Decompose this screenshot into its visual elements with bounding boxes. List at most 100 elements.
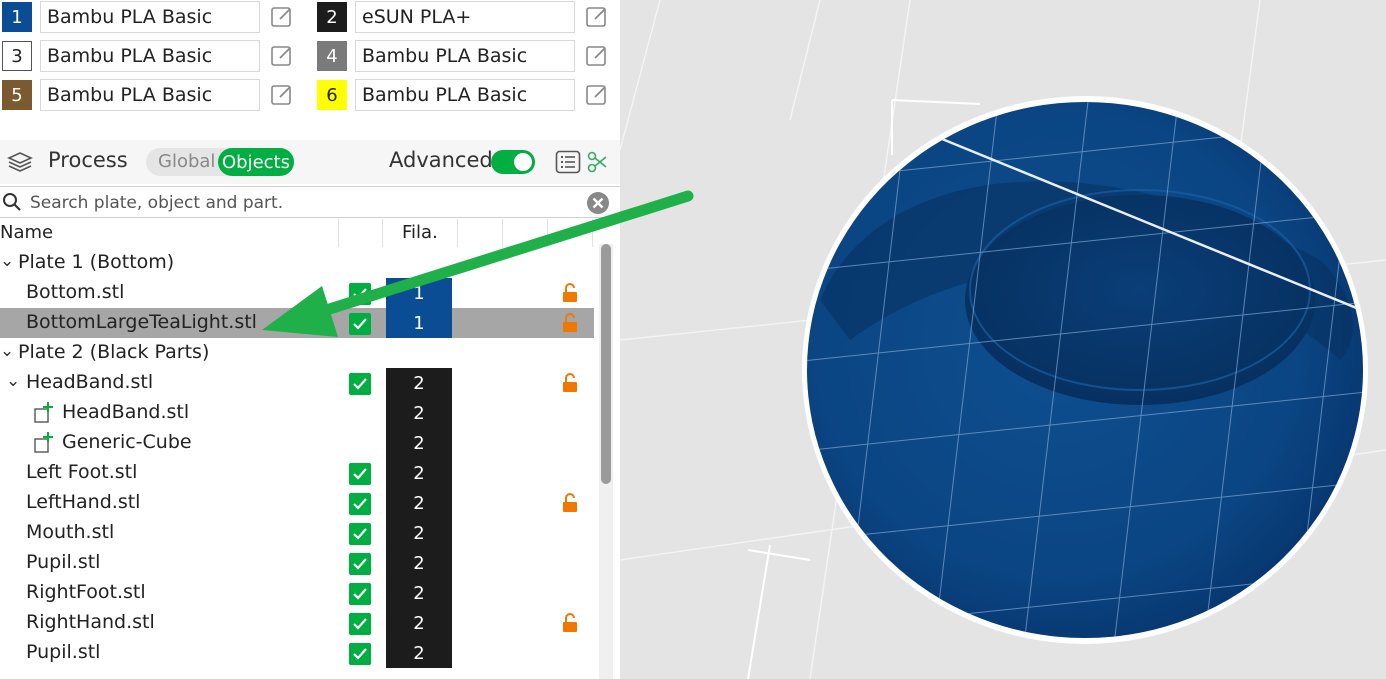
object-label: Mouth.stl [26,521,115,543]
visibility-checkbox[interactable] [349,643,371,665]
unlocked-padlock-icon[interactable] [561,283,579,303]
filament-cell[interactable]: 2 [386,518,452,548]
filament-cell[interactable]: 2 [386,398,452,428]
visibility-checkbox[interactable] [349,583,371,605]
filament-row-5-6: 5 Bambu PLA Basic 6 Bambu PLA Basic [0,78,620,112]
column-separator [338,219,339,247]
filament-cell[interactable]: 2 [386,638,452,668]
checkmark-icon [353,558,367,570]
visibility-checkbox[interactable] [349,613,371,635]
chevron-down-icon[interactable]: ⌄ [0,341,14,361]
filament-cell[interactable]: 2 [386,428,452,458]
filament-swatch-3[interactable]: 3 [2,41,32,71]
column-separator [502,219,503,247]
checkmark-icon [353,378,367,390]
toggle-objects[interactable]: Objects [218,148,294,176]
filament-cell[interactable]: 2 [386,458,452,488]
object-row[interactable]: Pupil.stl 2 [0,548,594,578]
column-fila[interactable]: Fila. [402,222,438,243]
visibility-checkbox[interactable] [349,283,371,305]
plate-row[interactable]: ⌄ Plate 1 (Bottom) [0,248,594,278]
object-row[interactable]: BottomLargeTeaLight.stl 1 [0,308,594,338]
part-row[interactable]: HeadBand.stl 2 [0,398,594,428]
edit-pencil-icon[interactable] [585,5,609,29]
build-plate-scene [620,0,1386,679]
layers-icon [7,152,33,172]
object-label: RightHand.stl [26,611,155,633]
unlocked-padlock-icon[interactable] [561,313,579,333]
unlocked-padlock-icon[interactable] [561,493,579,513]
scissors-settings-icon[interactable] [586,150,608,174]
part-add-icon [34,402,53,423]
filament-swatch-2[interactable]: 2 [317,2,347,32]
object-row[interactable]: Pupil.stl 2 [0,638,594,668]
visibility-checkbox[interactable] [349,523,371,545]
object-label: BottomLargeTeaLight.stl [26,311,257,333]
object-row[interactable]: RightHand.stl 2 [0,608,594,638]
checkmark-icon [353,468,367,480]
chevron-down-icon[interactable]: ⌄ [6,371,20,391]
filament-cell[interactable]: 2 [386,578,452,608]
filament-name-2[interactable]: eSUN PLA+ [355,1,575,33]
filament-swatch-1[interactable]: 1 [2,2,32,32]
plate-label: Plate 1 (Bottom) [18,251,175,273]
object-row[interactable]: ⌄ HeadBand.stl 2 [0,368,594,398]
filament-cell[interactable]: 1 [386,278,452,308]
3d-viewport[interactable] [620,0,1386,679]
list-icon[interactable] [555,150,581,174]
checkmark-icon [353,588,367,600]
edit-pencil-icon[interactable] [270,83,294,107]
filament-name-3[interactable]: Bambu PLA Basic [40,40,260,72]
filament-cell[interactable]: 2 [386,608,452,638]
visibility-checkbox[interactable] [349,313,371,335]
advanced-switch[interactable] [491,150,535,174]
filament-cell[interactable]: 2 [386,368,452,398]
unlocked-padlock-icon[interactable] [561,613,579,633]
visibility-checkbox[interactable] [349,553,371,575]
filament-cell[interactable]: 2 [386,548,452,578]
column-name[interactable]: Name [0,222,53,243]
filament-name-6[interactable]: Bambu PLA Basic [355,79,575,111]
toggle-global[interactable]: Global [158,151,215,172]
object-label: RightFoot.stl [26,581,146,603]
filament-swatch-4[interactable]: 4 [317,41,347,71]
edit-pencil-icon[interactable] [270,5,294,29]
object-row[interactable]: LeftHand.stl 2 [0,488,594,518]
scrollbar[interactable] [599,244,613,679]
object-row[interactable]: Mouth.stl 2 [0,518,594,548]
global-objects-toggle[interactable]: Global Objects [146,148,294,176]
visibility-checkbox[interactable] [349,463,371,485]
scrollbar-thumb[interactable] [601,244,611,484]
visibility-checkbox[interactable] [349,373,371,395]
checkmark-icon [353,528,367,540]
advanced-label: Advanced [389,148,493,172]
filament-cell[interactable]: 1 [386,308,452,338]
object-row[interactable]: Left Foot.stl 2 [0,458,594,488]
column-separator [457,219,458,247]
plate-row[interactable]: ⌄ Plate 2 (Black Parts) [0,338,594,368]
unlocked-padlock-icon[interactable] [561,373,579,393]
clear-icon[interactable] [586,191,610,215]
filament-name-4[interactable]: Bambu PLA Basic [355,40,575,72]
edit-pencil-icon[interactable] [270,44,294,68]
filament-cell[interactable]: 2 [386,488,452,518]
search-input[interactable] [30,191,570,215]
object-row[interactable]: RightFoot.stl 2 [0,578,594,608]
edit-pencil-icon[interactable] [585,44,609,68]
edit-pencil-icon[interactable] [585,83,609,107]
visibility-checkbox[interactable] [349,493,371,515]
filament-name-5[interactable]: Bambu PLA Basic [40,79,260,111]
filament-name-1[interactable]: Bambu PLA Basic [40,1,260,33]
filament-row-1-2: 1 Bambu PLA Basic 2 eSUN PLA+ [0,0,620,34]
object-label: Pupil.stl [26,551,101,573]
switch-knob [514,153,532,171]
checkmark-icon [353,288,367,300]
checkmark-icon [353,498,367,510]
chevron-down-icon[interactable]: ⌄ [0,251,14,271]
checkmark-icon [353,618,367,630]
filament-swatch-5[interactable]: 5 [2,80,32,110]
part-row[interactable]: Generic-Cube 2 [0,428,594,458]
filament-swatch-6[interactable]: 6 [317,80,347,110]
object-row[interactable]: Bottom.stl 1 [0,278,594,308]
column-separator [382,219,383,247]
